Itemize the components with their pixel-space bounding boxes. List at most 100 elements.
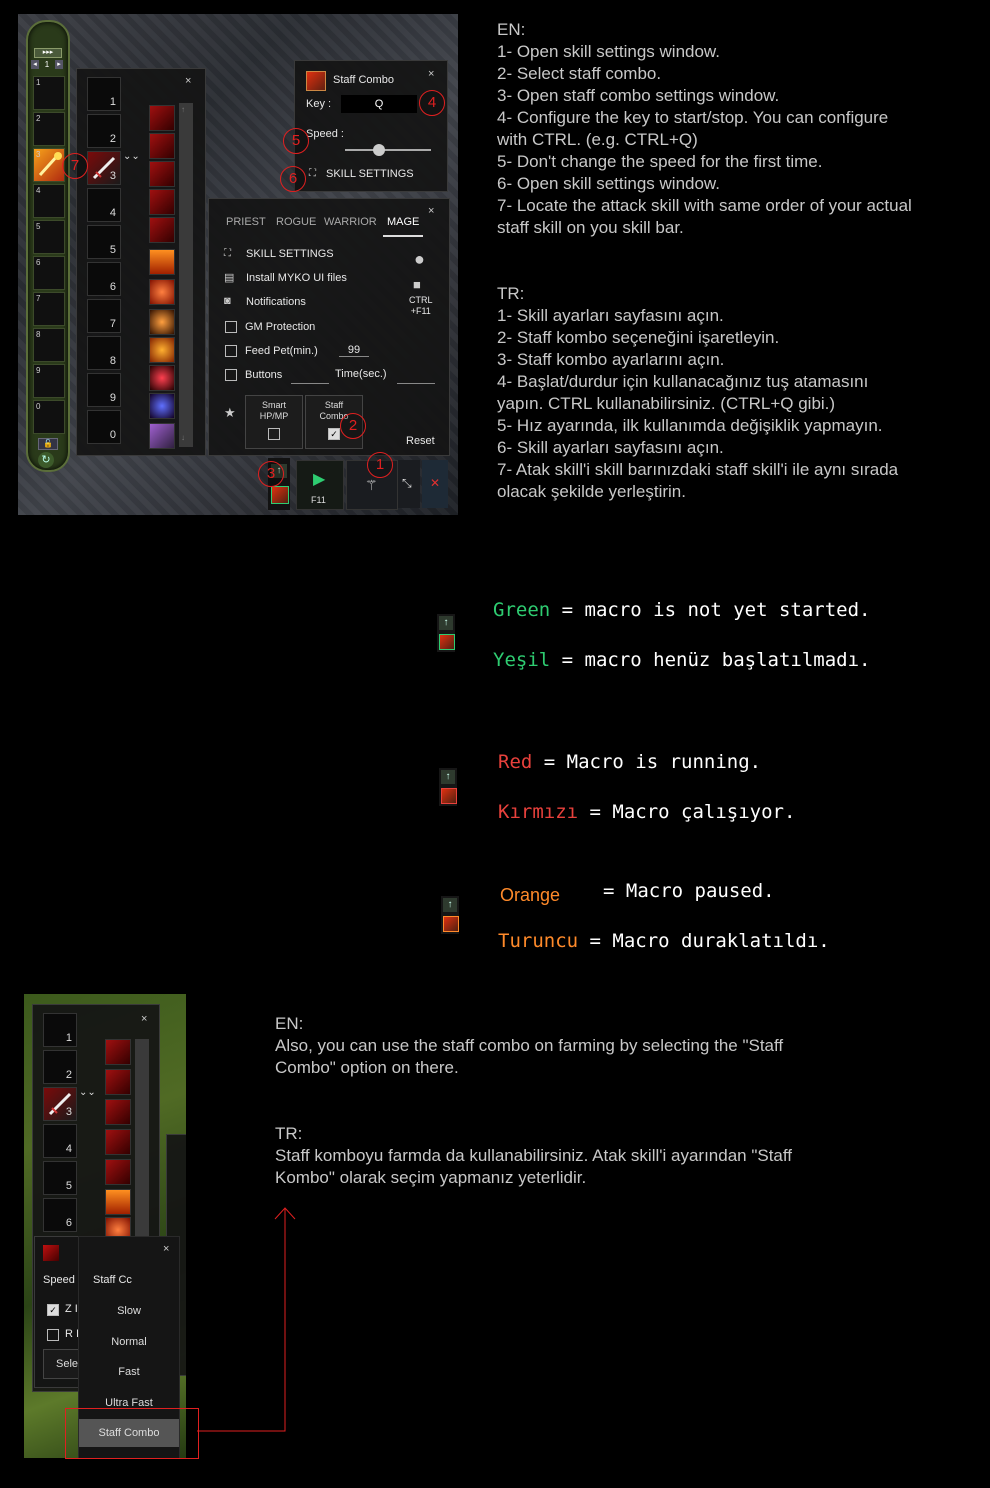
skill-list-scrollbar[interactable]: ↑ ↓ [179,103,193,447]
notifications-button[interactable]: Notifications [246,296,306,308]
skill-list-scrollbar[interactable] [135,1039,149,1239]
skill-slot[interactable]: 5 [43,1161,77,1195]
skillbar-prev-page-button[interactable]: ◂ [31,60,39,69]
fire-skill-icon[interactable] [149,249,175,275]
minimize-button[interactable]: ⤡ [398,460,420,508]
dropdown-option-slow[interactable]: Slow [79,1297,179,1325]
skillbar-slot[interactable]: 5 [33,220,65,254]
scroll-skill-icon[interactable] [149,423,175,449]
sword-skill-icon[interactable] [149,133,175,159]
instruction-line: 7- Locate the attack skill with same ord… [497,196,912,215]
chevron-down-icon[interactable]: ⌄⌄ [123,151,140,162]
skull-skill-icon[interactable] [149,309,175,335]
skill-slot[interactable]: 2 [43,1050,77,1084]
tab-warrior[interactable]: WARRIOR [324,216,377,228]
sword-skill-icon[interactable] [105,1159,131,1185]
feed-pet-input[interactable]: 99 [339,344,369,357]
refresh-icon[interactable]: ↻ [38,452,54,468]
start-macro-button[interactable]: ▶ F11 [296,460,344,510]
skill-slot-selected[interactable]: 3 [43,1087,77,1121]
active-tab-indicator [383,235,423,237]
scroll-down-icon[interactable]: ↓ [181,433,185,442]
buttons-label: Buttons [245,369,283,381]
sword-skill-icon[interactable] [149,189,175,215]
buttons-checkbox[interactable] [225,369,237,381]
sword-skill-icon[interactable] [105,1099,131,1125]
sword-skill-icon[interactable] [149,105,175,131]
gm-protection-checkbox[interactable] [225,321,237,333]
feed-pet-checkbox[interactable] [225,345,237,357]
skillbar-slot-staff-skill[interactable]: 3 [33,148,65,182]
fire-ring-skill-icon[interactable] [149,337,175,363]
scroll-up-icon[interactable]: ↑ [181,105,185,114]
skill-slot[interactable]: 1 [43,1013,77,1047]
camera-icon[interactable]: ■ [413,277,421,292]
sword-skill-icon[interactable] [105,1039,131,1065]
skillbar-slot[interactable]: 9 [33,364,65,398]
tab-rogue[interactable]: ROGUE [276,216,316,228]
hp-potion-icon[interactable] [149,365,175,391]
skillbar-slot[interactable]: 8 [33,328,65,362]
annotation-marker-5: 5 [283,128,309,154]
farming-line: Also, you can use the staff combo on far… [275,1036,784,1055]
close-icon[interactable]: × [141,1013,147,1025]
legend-green-text-tr: = macro henüz başlatılmadı. [550,649,871,671]
skillbar-slot[interactable]: 4 [33,184,65,218]
skillbar-slot[interactable]: 1 [33,76,65,110]
smart-hp-mp-checkbox[interactable] [268,428,280,440]
sword-skill-icon[interactable] [149,161,175,187]
close-icon[interactable]: × [185,75,191,87]
dropdown-option-normal[interactable]: Normal [79,1328,179,1356]
skill-slot[interactable]: 4 [87,188,121,222]
skill-slot-selected[interactable]: 3 [87,151,121,185]
dropdown-option-fast[interactable]: Fast [79,1358,179,1386]
sword-skill-icon[interactable] [105,1069,131,1095]
sword-skill-icon[interactable] [105,1129,131,1155]
chevron-down-icon[interactable]: ⌄⌄ [79,1087,96,1098]
mp-potion-icon[interactable] [149,393,175,419]
skill-settings-button[interactable]: SKILL SETTINGS [246,248,334,260]
skillbar-expand-button[interactable]: ▸▸▸ [34,48,62,58]
tab-mage[interactable]: MAGE [387,216,419,228]
smart-hp-mp-toggle[interactable]: Smart HP/MP [245,395,303,449]
skill-slot[interactable]: 5 [87,225,121,259]
close-icon[interactable]: × [163,1243,169,1255]
install-ui-button[interactable]: Install MYKO UI files [246,272,347,284]
skillbar-slot[interactable]: 6 [33,256,65,290]
time-sec-input[interactable] [397,383,435,384]
reset-button[interactable]: Reset [406,435,435,447]
skill-slot[interactable]: 8 [87,336,121,370]
user-icon[interactable]: ● [414,249,425,270]
close-app-button[interactable]: ✕ [422,460,448,508]
close-icon[interactable]: × [428,205,434,217]
skillbar-slot[interactable]: 7 [33,292,65,326]
sword-skill-icon[interactable] [149,217,175,243]
z-checkbox[interactable]: ✓ [47,1304,59,1316]
skill-slot[interactable]: 7 [87,299,121,333]
close-icon[interactable]: × [428,68,434,80]
fire-burst-skill-icon[interactable] [149,279,175,305]
lock-icon[interactable]: 🔓 [38,438,58,450]
skill-slot[interactable]: 2 [87,114,121,148]
buttons-input[interactable] [291,383,329,384]
skill-slot[interactable]: 6 [87,262,121,296]
speed-slider[interactable] [345,144,431,156]
speed-slider-knob[interactable] [373,144,386,156]
skill-slot[interactable]: 0 [87,410,121,444]
skillbar-next-page-button[interactable]: ▸ [55,60,63,69]
key-input[interactable]: Q [341,95,417,113]
skill-slot[interactable]: 1 [87,77,121,111]
tab-priest[interactable]: PRIEST [226,216,266,228]
skillbar-slot[interactable]: 2 [33,112,65,146]
skill-settings-button[interactable]: SKILL SETTINGS [326,168,414,180]
staff-combo-checkbox[interactable]: ✓ [328,428,340,440]
skill-slot[interactable]: 9 [87,373,121,407]
skill-slot[interactable]: 4 [43,1124,77,1158]
r-checkbox[interactable] [47,1329,59,1341]
instruction-line: 6- Open skill settings window. [497,174,720,193]
skillbar-slot[interactable]: 0 [33,400,65,434]
staff-combo-status-icon[interactable] [271,486,289,504]
star-icon[interactable]: ★ [224,405,236,421]
skill-slot[interactable]: 6 [43,1198,77,1232]
fire-skill-icon[interactable] [105,1189,131,1215]
